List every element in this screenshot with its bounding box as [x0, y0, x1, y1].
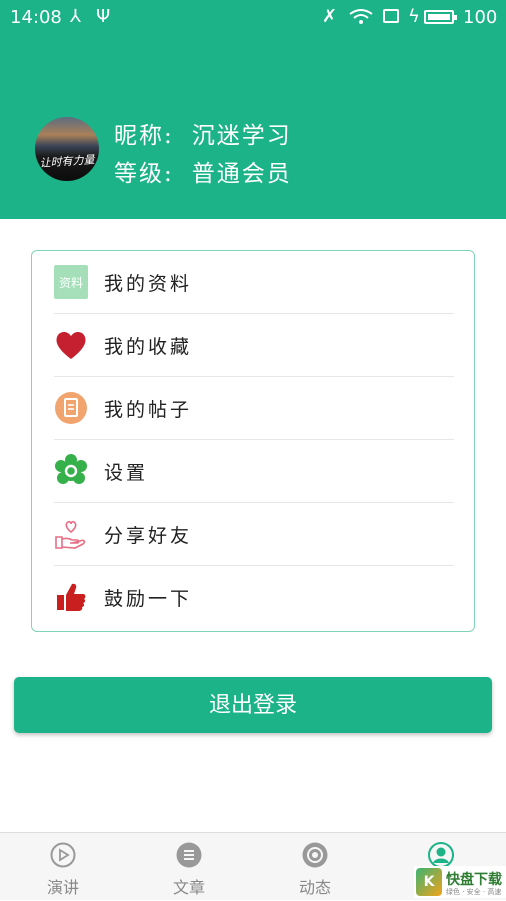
- nickname-label: 昵称:: [114, 123, 174, 149]
- nickname-row: 昵称: 沉迷学习: [114, 116, 292, 150]
- menu-item-favorites[interactable]: 我的收藏: [54, 314, 454, 377]
- thumbs-up-icon: [57, 583, 86, 611]
- profile-icon-text: 资料: [58, 276, 83, 290]
- watermark-logo: K 快盘下载 绿色 · 安全 · 高速: [414, 866, 506, 898]
- mute-icon: ✗: [322, 6, 338, 27]
- menu-item-label: 我的帖子: [104, 399, 193, 421]
- charging-icon: ϟ: [408, 6, 420, 27]
- user-icon: [428, 842, 454, 868]
- level-value: 普通会员: [191, 161, 292, 187]
- tab-label: 动态: [298, 878, 331, 897]
- tab-label: 演讲: [46, 878, 79, 897]
- avatar-caption: 让时有力量: [39, 153, 95, 170]
- menu-item-label: 我的资料: [104, 273, 193, 295]
- aperture-icon: [302, 842, 328, 868]
- watermark-subtitle: 绿色 · 安全 · 高速: [446, 888, 502, 896]
- level-row: 等级: 普通会员: [114, 154, 292, 188]
- status-bar: 14:08 ⅄ Ψ ✗ ϟ 100: [0, 0, 506, 34]
- play-circle-icon: [50, 842, 76, 868]
- screen-icon: [383, 9, 399, 23]
- menu-item-settings[interactable]: 设置: [54, 440, 454, 503]
- menu-item-label: 设置: [104, 462, 149, 484]
- network-share-icon: ⅄: [70, 6, 81, 27]
- level-label: 等级:: [114, 161, 174, 187]
- menu-item-posts[interactable]: 我的帖子: [54, 377, 454, 440]
- share-hand-heart-icon: [55, 520, 86, 549]
- nickname-value: 沉迷学习: [191, 123, 292, 149]
- watermark-title: 快盘下载: [446, 872, 502, 888]
- menu-item-encourage[interactable]: 鼓励一下: [54, 566, 454, 629]
- menu-item-label: 我的收藏: [104, 336, 193, 358]
- battery-icon: [424, 10, 457, 24]
- logout-button[interactable]: 退出登录: [14, 677, 492, 733]
- menu-item-label: 分享好友: [104, 525, 193, 547]
- tab-speech[interactable]: 演讲: [0, 833, 126, 901]
- status-time: 14:08: [10, 7, 62, 28]
- settings-flower-icon: [55, 454, 87, 484]
- menu-item-share[interactable]: 分享好友: [54, 503, 454, 566]
- article-icon: [176, 842, 202, 868]
- profile-header: 14:08 ⅄ Ψ ✗ ϟ 100 让时有力量 昵称: 沉迷学习 等级: 普通会员: [0, 0, 506, 219]
- avatar[interactable]: 让时有力量: [35, 117, 99, 181]
- watermark-badge: K: [416, 868, 442, 896]
- menu-card: 资料 我的资料 我的收藏 我的帖子 设置 分享好友 鼓励一下: [31, 250, 475, 632]
- battery-level: 100: [463, 7, 498, 28]
- usb-icon: Ψ: [96, 6, 111, 27]
- profile-icon: 资料: [54, 265, 88, 299]
- tab-articles[interactable]: 文章: [126, 833, 252, 901]
- tab-feed[interactable]: 动态: [252, 833, 378, 901]
- document-icon: [55, 392, 87, 424]
- wifi-icon: [349, 9, 373, 24]
- menu-item-profile[interactable]: 资料 我的资料: [54, 251, 454, 314]
- heart-icon: [56, 331, 86, 359]
- tab-label: 文章: [172, 878, 205, 897]
- menu-item-label: 鼓励一下: [104, 588, 193, 610]
